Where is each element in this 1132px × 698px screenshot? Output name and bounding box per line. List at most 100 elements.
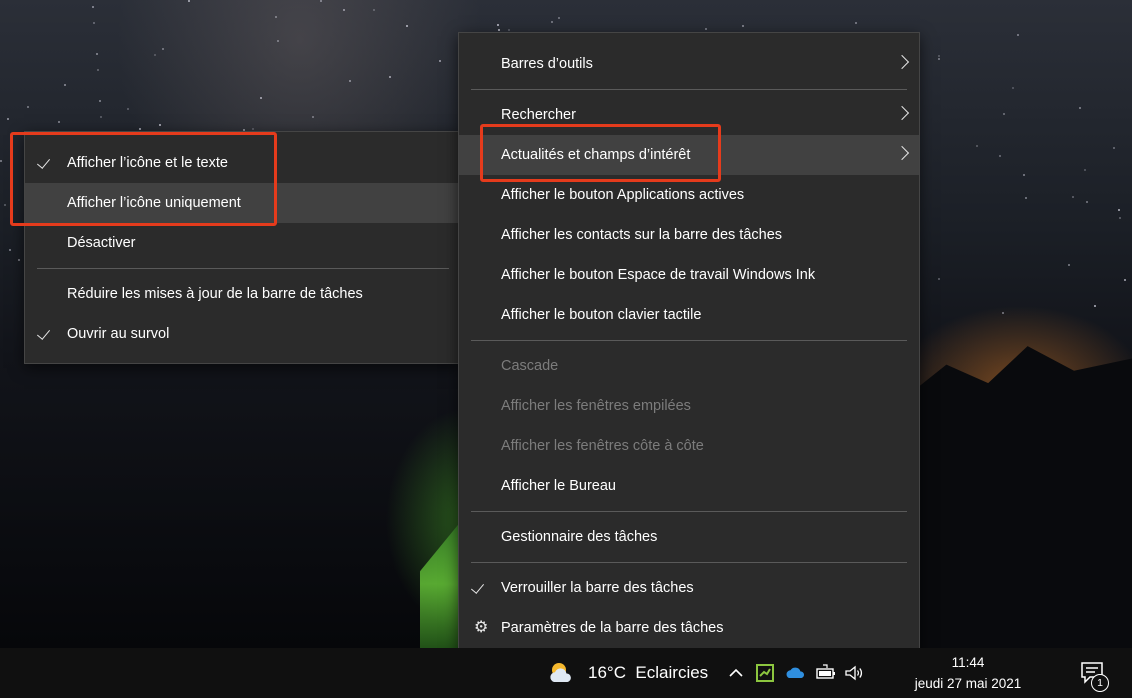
menu-item-task-manager[interactable]: Gestionnaire des tâches — [459, 517, 919, 557]
gear-icon: ⚙ — [474, 619, 489, 636]
star — [7, 118, 9, 120]
star — [855, 22, 857, 24]
submenu-item-label: Désactiver — [67, 235, 136, 251]
star — [389, 76, 391, 78]
star — [1086, 201, 1088, 203]
menu-item-label: Verrouiller la barre des tâches — [501, 580, 694, 596]
star — [406, 25, 408, 27]
onedrive-cloud-icon[interactable] — [785, 662, 807, 684]
star — [373, 9, 375, 11]
menu-item-label: Afficher le bouton Applications actives — [501, 187, 745, 203]
submenu-item-disable[interactable]: Désactiver — [25, 223, 461, 263]
submenu-item-label: Afficher l’icône et le texte — [67, 155, 228, 171]
menu-item-lock-taskbar[interactable]: Verrouiller la barre des tâches — [459, 568, 919, 608]
menu-item-cascade: Cascade — [459, 346, 919, 386]
chevron-right-icon — [894, 54, 910, 70]
star — [27, 106, 29, 108]
star — [64, 84, 66, 86]
star — [1094, 305, 1096, 307]
mountain-silhouette — [900, 346, 1132, 648]
star — [93, 22, 95, 24]
star — [1084, 169, 1086, 171]
star — [277, 40, 279, 42]
chevron-right-icon — [894, 145, 910, 161]
star — [0, 160, 2, 162]
submenu-item-icon-and-text[interactable]: Afficher l’icône et le texte — [25, 143, 461, 183]
star — [551, 21, 553, 23]
news-interests-submenu: Afficher l’icône et le texte Afficher l’… — [24, 131, 462, 364]
star — [497, 24, 499, 26]
weather-widget-text[interactable]: 16°C Eclaircies — [588, 648, 708, 698]
star — [1003, 113, 1005, 115]
star — [349, 80, 351, 82]
submenu-item-icon-only[interactable]: Afficher l’icône uniquement — [25, 183, 461, 223]
app-tray-icon[interactable] — [754, 662, 776, 684]
submenu-item-reduce-updates[interactable]: Réduire les mises à jour de la barre de … — [25, 274, 461, 314]
menu-item-label: Afficher le bouton clavier tactile — [501, 307, 702, 323]
weather-partly-cloudy-icon[interactable] — [548, 660, 574, 686]
star — [1025, 197, 1027, 199]
menu-item-label: Afficher le bouton Espace de travail Win… — [501, 267, 816, 283]
star — [938, 278, 940, 280]
menu-separator — [471, 340, 907, 341]
star — [1068, 264, 1070, 266]
menu-item-label: Rechercher — [501, 107, 576, 123]
star — [188, 0, 190, 2]
star — [312, 116, 314, 118]
checkmark-icon — [470, 580, 485, 594]
notification-count-badge: 1 — [1091, 674, 1109, 692]
menu-item-label: Afficher le Bureau — [501, 478, 616, 494]
battery-icon[interactable] — [815, 662, 837, 684]
menu-separator — [471, 511, 907, 512]
star — [1119, 217, 1121, 219]
chevron-up-icon[interactable] — [725, 662, 747, 684]
menu-item-taskbar-settings[interactable]: ⚙ Paramètres de la barre des tâches — [459, 608, 919, 648]
checkmark-icon — [36, 155, 51, 169]
star — [127, 108, 129, 110]
menu-item-label: Gestionnaire des tâches — [501, 529, 658, 545]
star — [976, 145, 978, 147]
star — [99, 100, 101, 102]
star — [705, 28, 707, 30]
star — [343, 9, 345, 11]
star — [742, 25, 744, 27]
menu-item-people-contacts[interactable]: Afficher les contacts sur la barre des t… — [459, 215, 919, 255]
star — [320, 0, 322, 2]
submenu-item-label: Ouvrir au survol — [67, 326, 170, 342]
menu-item-label: Afficher les fenêtres côte à côte — [501, 438, 704, 454]
menu-item-label: Barres d’outils — [501, 56, 593, 72]
menu-separator — [471, 89, 907, 90]
star — [1124, 279, 1126, 281]
star — [159, 124, 161, 126]
star — [154, 54, 156, 56]
star — [938, 58, 940, 60]
clock-date: jeudi 27 mai 2021 — [914, 676, 1022, 691]
menu-item-touch-keyboard[interactable]: Afficher le bouton clavier tactile — [459, 295, 919, 335]
star — [100, 116, 102, 118]
menu-item-toolbars[interactable]: Barres d’outils — [459, 44, 919, 84]
star — [1113, 147, 1115, 149]
star — [999, 155, 1001, 157]
star — [508, 29, 510, 31]
submenu-item-label: Réduire les mises à jour de la barre de … — [67, 286, 363, 302]
checkmark-icon — [36, 326, 51, 340]
menu-item-task-view-button[interactable]: Afficher le bouton Applications actives — [459, 175, 919, 215]
menu-item-windows-ink[interactable]: Afficher le bouton Espace de travail Win… — [459, 255, 919, 295]
menu-item-search[interactable]: Rechercher — [459, 95, 919, 135]
submenu-item-label: Afficher l’icône uniquement — [67, 195, 241, 211]
taskbar-clock[interactable]: 11:44 jeudi 27 mai 2021 — [900, 652, 1036, 694]
star — [938, 55, 940, 57]
star — [1072, 196, 1074, 198]
menu-item-news-interests[interactable]: Actualités et champs d’intérêt — [459, 135, 919, 175]
submenu-item-open-on-hover[interactable]: Ouvrir au survol — [25, 314, 461, 354]
chevron-right-icon — [894, 105, 910, 121]
menu-item-stacked-windows: Afficher les fenêtres empilées — [459, 386, 919, 426]
star — [4, 204, 6, 206]
star — [558, 17, 560, 19]
menu-item-show-desktop[interactable]: Afficher le Bureau — [459, 466, 919, 506]
menu-separator — [471, 562, 907, 563]
star — [498, 29, 500, 31]
volume-icon[interactable] — [843, 662, 865, 684]
star — [9, 249, 11, 251]
star — [275, 16, 277, 18]
